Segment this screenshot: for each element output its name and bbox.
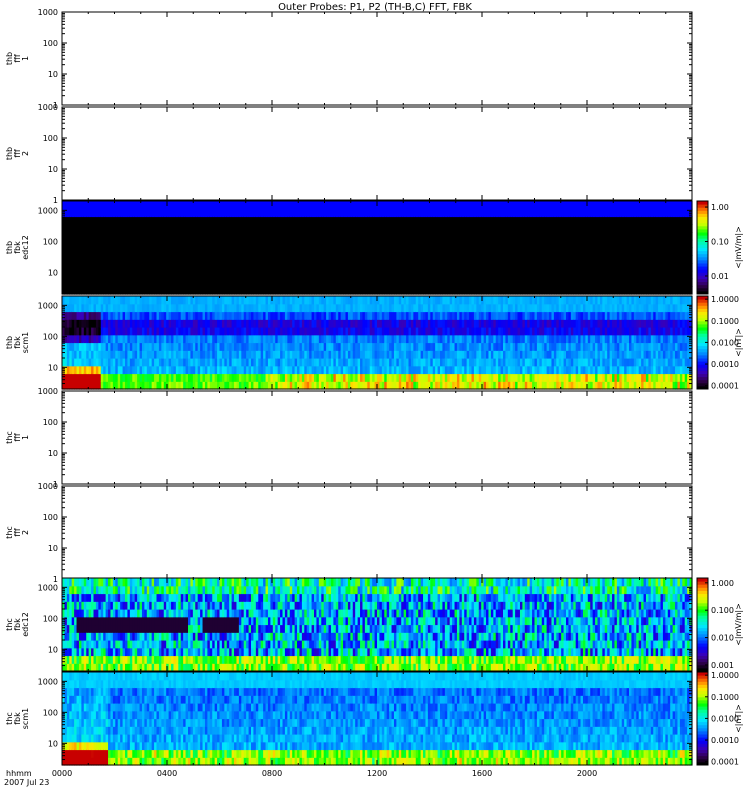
colorbar-thb-fbk-edc12: 1.00 0.10 0.01 <|mV/m|> (696, 200, 743, 295)
y-tick-label: 100 (43, 237, 58, 246)
colorbar-swatch (697, 247, 708, 252)
colorbar-swatch (697, 259, 708, 264)
y-tick-label: 10 (48, 165, 58, 174)
y-tick-label: 10 (48, 70, 58, 79)
colorbar-swatch (697, 213, 708, 217)
colorbar-swatch (697, 250, 708, 255)
colorbar-swatch (697, 284, 708, 289)
figure-title: Outer Probes: P1, P2 (TH-B,C) FFT, FBK (278, 2, 472, 13)
colorbar-swatch (697, 219, 708, 224)
panel-frame (61, 106, 693, 201)
colorbar-label: <|mV/m|> (734, 226, 743, 269)
colorbar-swatch (697, 278, 708, 283)
colorbar-swatch (697, 207, 708, 211)
colorbar-swatch (697, 281, 708, 286)
y-tick-label: 1000 (38, 103, 58, 112)
spectrogram-figure: Outer Probes: P1, P2 (TH-B,C) FFT, FBK 1… (4, 2, 743, 787)
colorbar-swatch (697, 232, 708, 236)
colorbar-swatch (697, 222, 708, 227)
colorbar-swatch (697, 201, 708, 205)
y-tick-label: 1000 (38, 8, 58, 17)
colorbar-swatch (697, 216, 708, 221)
colorbar-swatch (697, 256, 708, 261)
y-tick-label: 100 (43, 39, 58, 48)
y-axis-label: edc12 (21, 235, 30, 260)
panel-thb-fff-1: 1101001000thb fff 1 (5, 8, 693, 110)
colorbar-swatch (697, 228, 708, 233)
colorbar-swatch (697, 244, 708, 248)
colorbar-tick-label: 1.00 (711, 203, 729, 212)
colorbar-swatch (697, 269, 708, 273)
y-axis-label: 2 (21, 151, 30, 156)
y-tick-label: 1 (53, 196, 58, 205)
colorbar-swatch (697, 253, 708, 258)
colorbar-tick-label: 0.01 (711, 272, 729, 281)
colorbar-swatch (697, 235, 708, 239)
colorbar-swatch (697, 263, 708, 267)
panel-thb-fff-2: 1101001000thb fff 2 (5, 103, 693, 205)
y-tick-label: 1000 (38, 206, 58, 215)
colorbar-swatch (697, 272, 708, 276)
colorbar-swatch (697, 225, 708, 230)
y-tick-label: 10 (48, 268, 58, 277)
y-tick-label: 100 (43, 134, 58, 143)
panel-thb-fbk-edc12: 101001000thb fbk edc121.000.100.01<|mV/m|> (5, 200, 743, 295)
y-axis-label: 1 (21, 56, 30, 61)
colorbar-swatch (697, 287, 708, 292)
colorbar-swatch (697, 210, 708, 214)
panel-frame (61, 11, 693, 106)
colorbar-swatch (697, 266, 708, 270)
panel-thb-fbk-scm1: 101001000thb fbk scm11.00000.10000.01000.0… (5, 295, 743, 390)
colorbar-tick-label: 0.10 (711, 238, 729, 247)
